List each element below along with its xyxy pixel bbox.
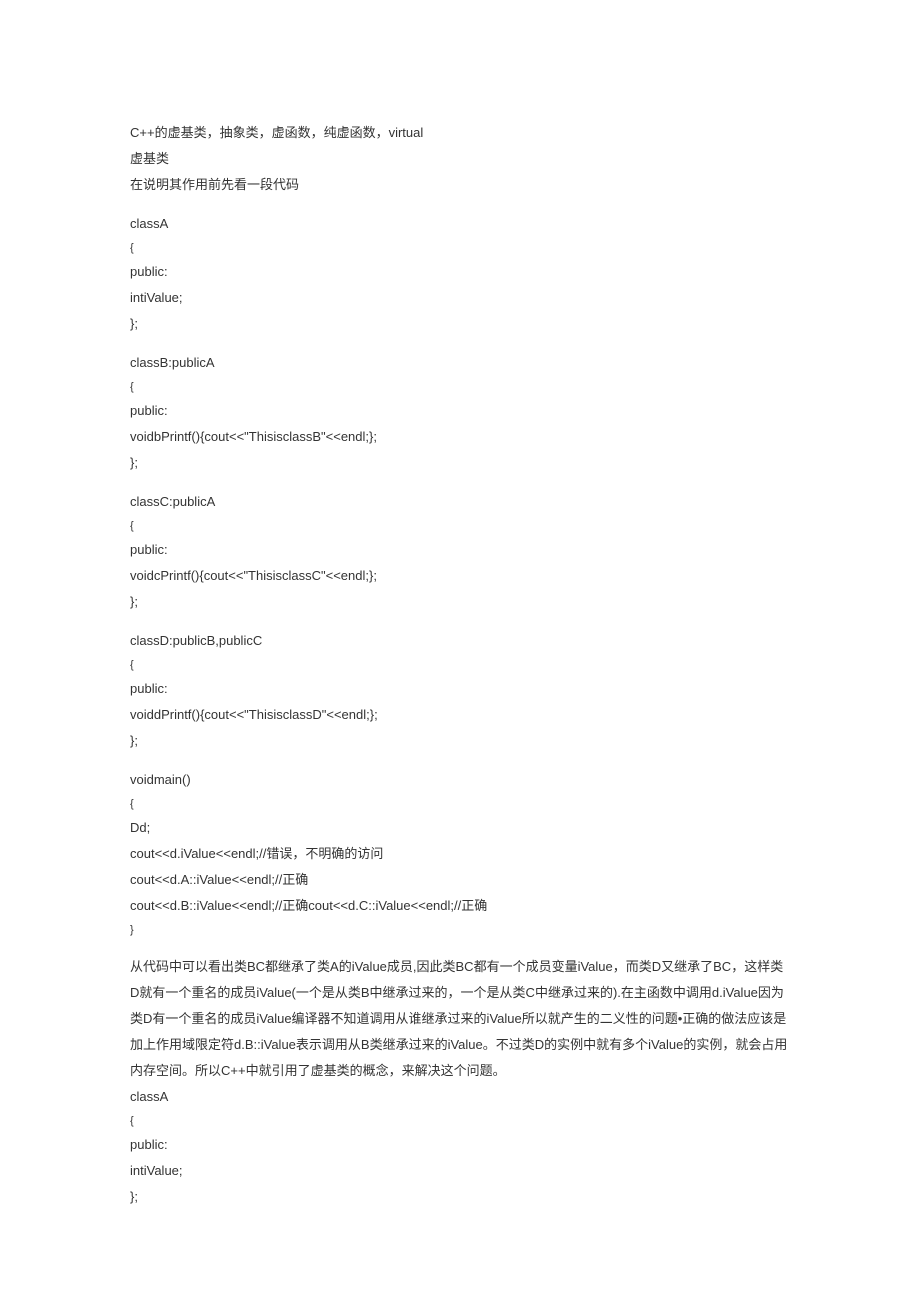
- code-line: voidbPrintf(){cout<<"ThisisclassB"<<endl…: [130, 424, 790, 450]
- code-line: voiddPrintf(){cout<<"ThisisclassD"<<endl…: [130, 702, 790, 728]
- code-line: {: [130, 376, 790, 398]
- code-line: {: [130, 515, 790, 537]
- blank-line: [130, 754, 790, 767]
- code-line: classA: [130, 1084, 790, 1110]
- code-line: };: [130, 589, 790, 615]
- code-line: {: [130, 237, 790, 259]
- code-line: intiValue;: [130, 1158, 790, 1184]
- code-line: voidcPrintf(){cout<<"ThisisclassC"<<endl…: [130, 563, 790, 589]
- blank-line: [130, 476, 790, 489]
- code-line: voidmain(): [130, 767, 790, 793]
- code-line: {: [130, 793, 790, 815]
- code-line: public:: [130, 537, 790, 563]
- code-line: {: [130, 1110, 790, 1132]
- code-line: public:: [130, 676, 790, 702]
- code-line: };: [130, 728, 790, 754]
- code-line: };: [130, 1184, 790, 1210]
- code-line: {: [130, 654, 790, 676]
- code-line: }: [130, 919, 790, 941]
- subtitle-1: 虚基类: [130, 146, 790, 172]
- code-line: cout<<d.A::iValue<<endl;//正确: [130, 867, 790, 893]
- code-line: };: [130, 311, 790, 337]
- blank-line: [130, 941, 790, 954]
- code-line: intiValue;: [130, 285, 790, 311]
- code-block-1: classA { public: intiValue; }; classB:pu…: [130, 211, 790, 941]
- document-page: C++的虚基类，抽象类，虚函数，纯虚函数，virtual 虚基类 在说明其作用前…: [0, 0, 920, 1310]
- code-line: cout<<d.B::iValue<<endl;//正确cout<<d.C::i…: [130, 893, 790, 919]
- paragraph-1: 从代码中可以看出类BC都继承了类A的iValue成员,因此类BC都有一个成员变量…: [130, 954, 790, 1084]
- code-line: classA: [130, 211, 790, 237]
- code-line: cout<<d.iValue<<endl;//错误，不明确的访问: [130, 841, 790, 867]
- code-line: public:: [130, 1132, 790, 1158]
- code-line: };: [130, 450, 790, 476]
- code-line: classC:publicA: [130, 489, 790, 515]
- code-line: classD:publicB,publicC: [130, 628, 790, 654]
- blank-line: [130, 615, 790, 628]
- code-line: public:: [130, 259, 790, 285]
- code-block-2: classA { public: intiValue; };: [130, 1084, 790, 1210]
- code-line: Dd;: [130, 815, 790, 841]
- blank-line: [130, 198, 790, 211]
- blank-line: [130, 337, 790, 350]
- subtitle-2: 在说明其作用前先看一段代码: [130, 172, 790, 198]
- title-line: C++的虚基类，抽象类，虚函数，纯虚函数，virtual: [130, 120, 790, 146]
- code-line: classB:publicA: [130, 350, 790, 376]
- code-line: public:: [130, 398, 790, 424]
